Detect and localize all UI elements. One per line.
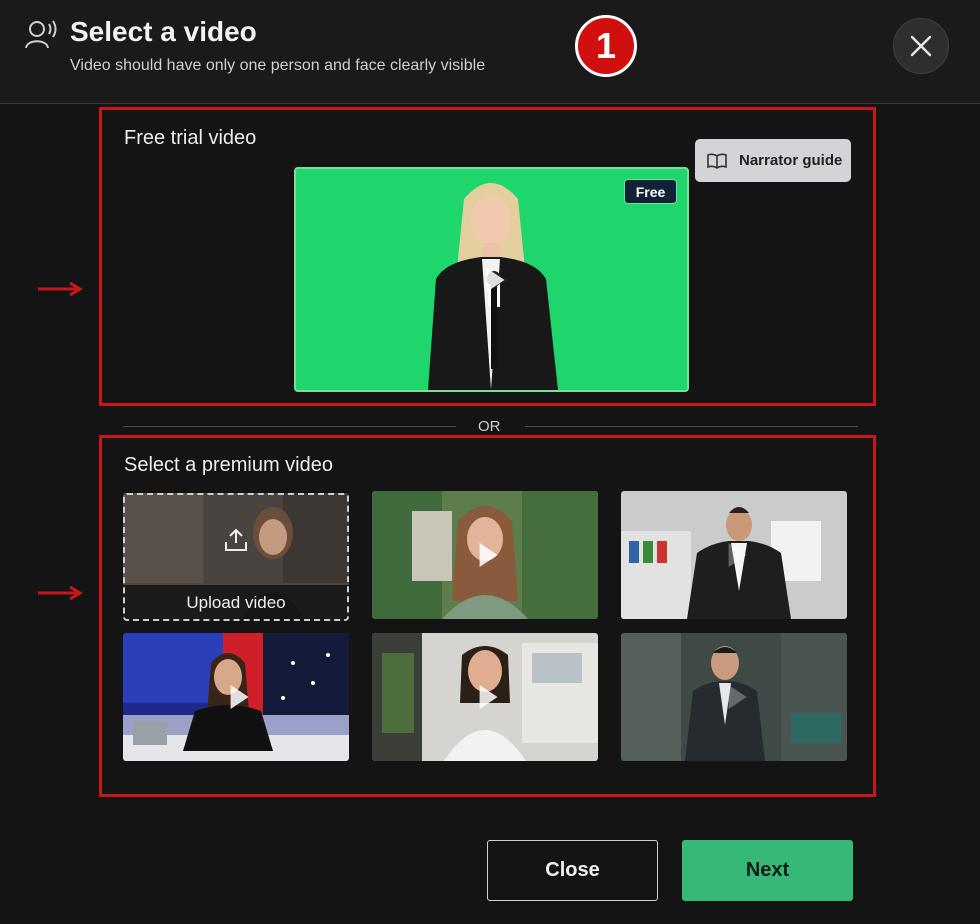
free-badge: Free bbox=[624, 179, 677, 204]
modal-header: Select a video Video should have only on… bbox=[0, 0, 980, 104]
narrator-guide-label: Narrator guide bbox=[739, 152, 843, 169]
page-subtitle: Video should have only one person and fa… bbox=[70, 57, 486, 74]
upload-video-tile[interactable]: Upload video bbox=[123, 493, 349, 621]
play-icon bbox=[479, 543, 498, 567]
page-title: Select a video bbox=[70, 16, 257, 47]
premium-video-card[interactable] bbox=[621, 633, 847, 761]
narrator-guide-button[interactable]: Narrator guide bbox=[695, 139, 851, 182]
divider-line-right bbox=[525, 426, 858, 427]
premium-video-card[interactable] bbox=[372, 491, 598, 619]
play-icon bbox=[230, 685, 249, 709]
free-trial-title: Free trial video bbox=[124, 127, 257, 149]
speaking-person-icon bbox=[25, 20, 57, 49]
premium-video-card[interactable] bbox=[621, 491, 847, 619]
premium-video-card[interactable] bbox=[372, 633, 598, 761]
or-divider-label: OR bbox=[478, 418, 501, 435]
play-icon bbox=[728, 543, 747, 567]
free-trial-video-card[interactable]: Free bbox=[294, 167, 689, 392]
close-button[interactable]: Close bbox=[487, 840, 658, 901]
play-icon bbox=[479, 685, 498, 709]
next-button[interactable]: Next bbox=[682, 840, 853, 901]
annotation-arrow-icon bbox=[38, 281, 83, 297]
step-number-badge: 1 bbox=[575, 15, 637, 77]
divider-line-left bbox=[123, 426, 456, 427]
play-icon bbox=[728, 685, 747, 709]
play-icon bbox=[486, 267, 505, 292]
annotation-arrow-icon bbox=[38, 585, 83, 601]
book-icon bbox=[707, 153, 727, 169]
close-icon bbox=[910, 35, 932, 57]
premium-video-card[interactable] bbox=[123, 633, 349, 761]
upload-dashed-border bbox=[123, 493, 349, 621]
premium-section-title: Select a premium video bbox=[124, 454, 333, 476]
close-modal-button[interactable] bbox=[893, 18, 949, 74]
